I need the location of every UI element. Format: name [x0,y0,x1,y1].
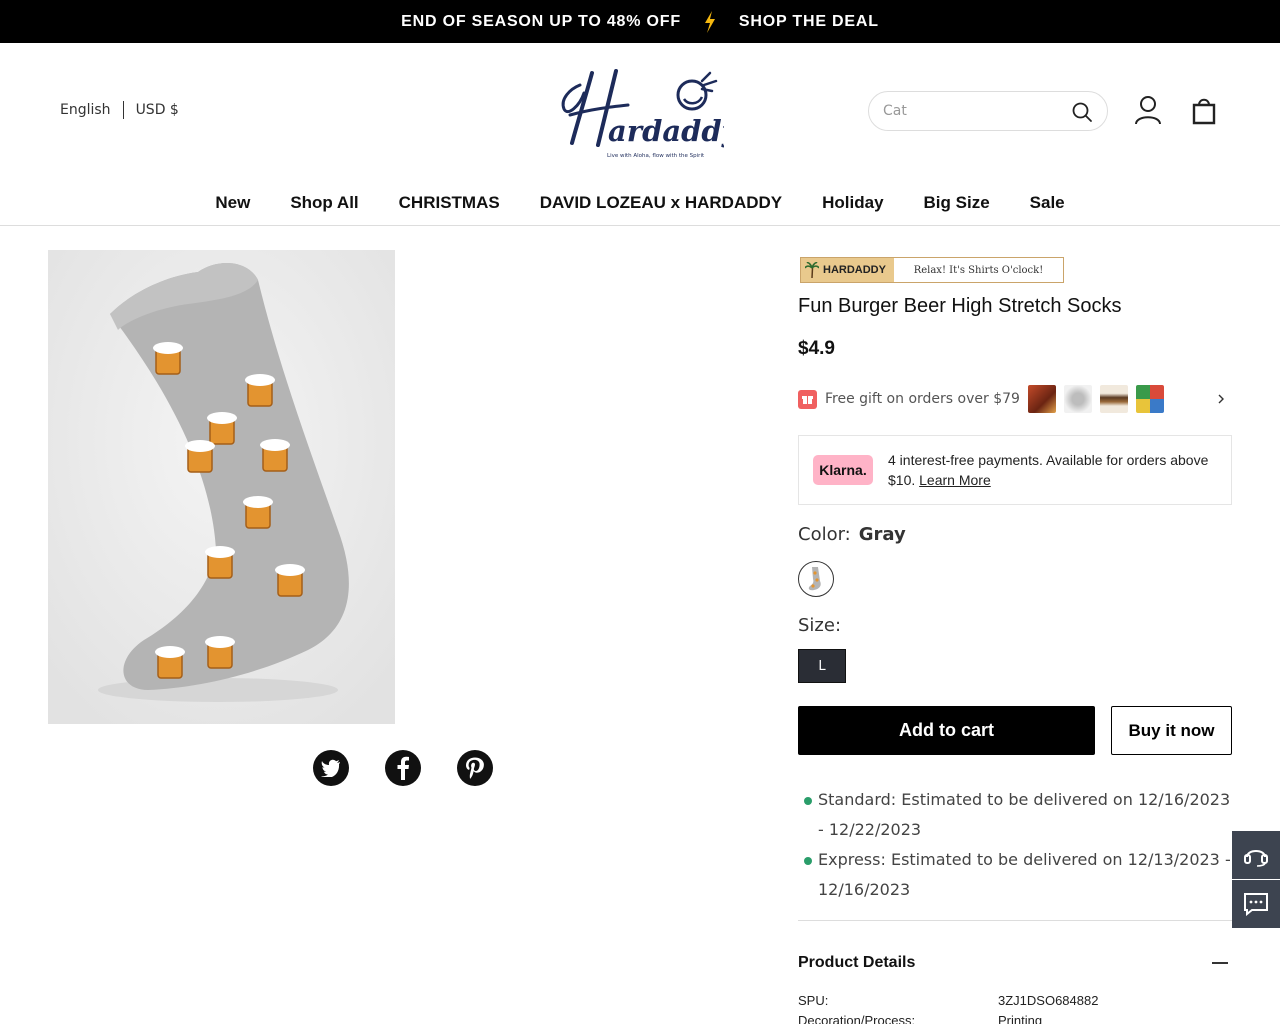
chat-button[interactable] [1232,880,1280,928]
promo-shop-link[interactable]: SHOP THE DEAL [739,13,879,31]
free-gift-promo[interactable]: Free gift on orders over $79 [798,382,1232,416]
chevron-right-icon[interactable] [1216,392,1226,406]
size-label: Size: [798,615,842,636]
facebook-share-icon[interactable] [385,750,421,786]
customer-service-button[interactable] [1232,831,1280,879]
product-title: Fun Burger Beer High Stretch Socks [798,295,1122,317]
product-details-toggle[interactable]: Product Details [798,954,1232,972]
headset-icon [1244,850,1268,867]
hardaddy-logo[interactable]: ardaddy Live with Aloha, flow with the S… [552,65,724,161]
brand-banner[interactable]: HARDADDY Relax! It's Shirts O'clock! [800,257,1064,283]
language-selector[interactable]: English [60,102,111,118]
nav-item-sale[interactable]: Sale [1030,183,1065,225]
svg-text:Live with Aloha, flow with the: Live with Aloha, flow with the Spirit [607,153,705,159]
gift-thumb-3[interactable] [1099,385,1128,413]
palm-tree-icon [805,262,819,278]
gift-icon [798,389,817,409]
spec-value: Printing [998,1013,1043,1024]
sock-illustration [48,250,395,724]
gift-thumb-1[interactable] [1027,385,1056,413]
buy-now-button[interactable]: Buy it now [1111,706,1232,755]
twitter-share-icon[interactable] [313,750,349,786]
product-details-title: Product Details [798,954,916,971]
promo-bar[interactable]: END OF SEASON UP TO 48% OFF SHOP THE DEA… [0,0,1280,43]
locale-selector: English USD $ [60,101,179,119]
nav-item-holiday[interactable]: Holiday [822,183,883,225]
nav-item-david-lozeau[interactable]: DAVID LOZEAU x HARDADDY [540,183,782,225]
lightning-icon [704,10,715,33]
nav-item-big-size[interactable]: Big Size [924,183,990,225]
brand-slogan: Relax! It's Shirts O'clock! [913,264,1044,276]
locale-divider [122,101,124,119]
side-support-tools [1232,831,1280,929]
search-box[interactable] [868,91,1108,131]
gift-thumb-4[interactable] [1135,385,1164,413]
color-label-text: Color: [798,524,851,545]
main-nav: New Shop All CHRISTMAS DAVID LOZEAU x HA… [0,183,1280,226]
nav-item-new[interactable]: New [215,183,250,225]
site-header: English USD $ ardaddy Live with Aloha, f… [0,43,1280,183]
delivery-estimates: Standard: Estimated to be delivered on 1… [798,785,1232,905]
spec-value: 3ZJ1DSO684882 [998,993,1099,1008]
klarna-box: Klarna. 4 interest-free payments. Availa… [798,435,1232,505]
status-dot-icon [804,797,812,805]
nav-item-shop-all[interactable]: Shop All [290,183,358,225]
status-dot-icon [804,857,812,865]
search-input[interactable] [883,100,1063,122]
cart-icon[interactable] [1190,95,1218,125]
gift-text: Free gift on orders over $79 [825,391,1020,407]
product-price: $4.9 [798,338,835,359]
color-swatch-gray[interactable] [798,561,834,597]
add-to-cart-button[interactable]: Add to cart [798,706,1095,755]
sock-swatch-thumb [808,567,821,591]
gift-thumb-2[interactable] [1063,385,1092,413]
klarna-logo: Klarna. [813,455,873,485]
product-image[interactable] [48,250,395,724]
spec-key: Decoration/Process: [798,1013,916,1024]
delivery-express: Express: Estimated to be delivered on 12… [798,845,1232,905]
chat-bubble-icon [1244,893,1268,916]
delivery-standard: Standard: Estimated to be delivered on 1… [798,785,1232,845]
section-divider [798,920,1232,921]
brand-badge-text: HARDADDY [823,264,886,276]
brand-badge: HARDADDY [801,258,894,282]
delivery-express-text: Express: Estimated to be delivered on 12… [818,850,1231,899]
klarna-learn-more-link[interactable]: Learn More [919,472,991,488]
delivery-standard-text: Standard: Estimated to be delivered on 1… [818,790,1231,839]
promo-sale-text: END OF SEASON UP TO 48% OFF [401,12,681,30]
size-option-l[interactable]: L [798,649,846,683]
color-label: Color: Gray [798,524,906,545]
collapse-minus-icon[interactable] [1212,962,1228,964]
svg-text:ardaddy: ardaddy [608,114,724,148]
color-value: Gray [858,524,906,545]
currency-selector[interactable]: USD $ [136,102,179,118]
nav-item-christmas[interactable]: CHRISTMAS [399,183,500,225]
spec-key: SPU: [798,993,829,1008]
pinterest-share-icon[interactable] [457,750,493,786]
search-icon[interactable] [1071,101,1093,123]
user-icon[interactable] [1134,95,1162,125]
klarna-text: 4 interest-free payments. Available for … [888,450,1218,490]
